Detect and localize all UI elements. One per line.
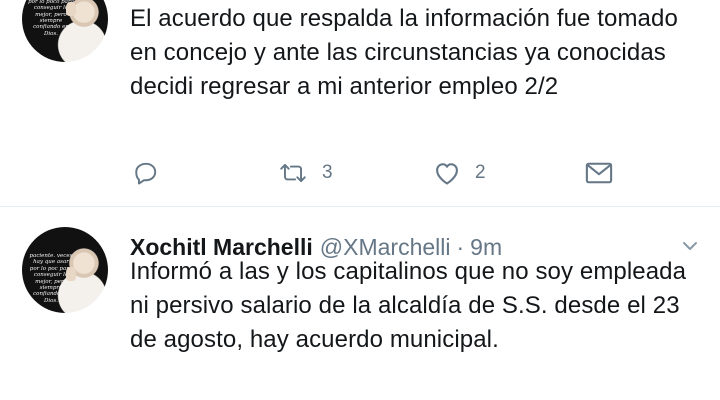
direct-message-button[interactable] [584,156,614,190]
avatar[interactable]: paciente. veces hay que esar por lo poco… [22,0,108,62]
tweet-actions: 3 2 [130,156,650,190]
tweet-text: Informó a las y los capitalinos que no s… [130,258,687,353]
tweet-1[interactable]: paciente. veces hay que esar por lo poco… [0,0,720,207]
chevron-down-icon [683,242,697,250]
tweet-text: El acuerdo que respalda la información f… [130,5,678,100]
avatar[interactable]: paciente. veces hay que asar por lo poc … [22,227,108,313]
like-count: 2 [475,162,486,183]
tweet-2[interactable]: paciente. veces hay que asar por lo poc … [0,207,720,400]
retweet-button[interactable]: 3 [278,156,333,190]
envelope-icon [585,162,613,184]
avatar-hand [66,267,76,281]
retweet-icon [280,164,306,182]
reply-button[interactable] [133,156,159,190]
avatar-hand [66,2,76,16]
like-button[interactable]: 2 [433,156,486,190]
reply-icon [135,162,157,185]
retweet-count: 3 [322,162,333,183]
heart-icon [436,163,458,185]
